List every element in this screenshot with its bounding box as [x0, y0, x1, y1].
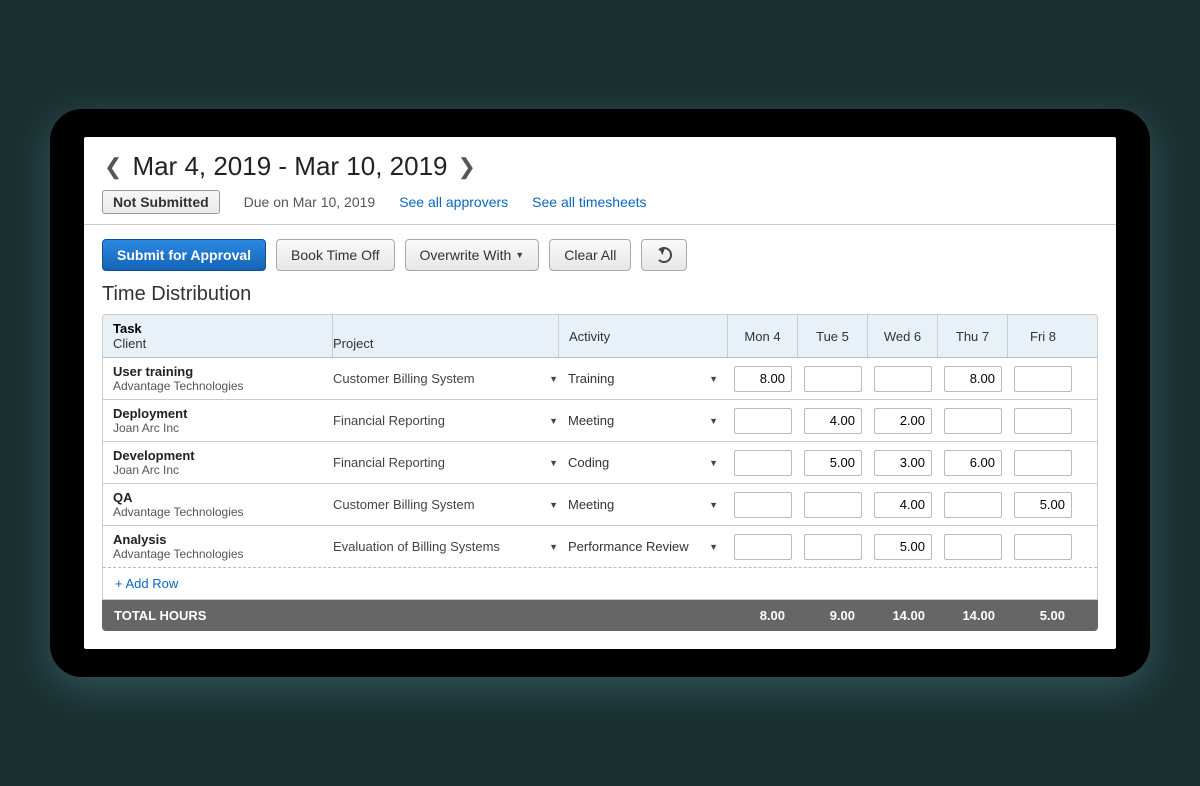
col-day-3: Thu 7: [938, 315, 1008, 357]
total-2: 14.00: [867, 600, 937, 631]
overwrite-with-button[interactable]: Overwrite With ▼: [405, 239, 540, 271]
hour-input[interactable]: [874, 408, 932, 434]
header: ❮ Mar 4, 2019 - Mar 10, 2019 ❯ Not Submi…: [84, 137, 1116, 225]
task-name: Deployment: [113, 406, 323, 421]
project-name: Customer Billing System: [333, 497, 475, 512]
chevron-down-icon[interactable]: ▼: [549, 458, 558, 468]
see-timesheets-link[interactable]: See all timesheets: [532, 194, 646, 210]
due-text: Due on Mar 10, 2019: [244, 194, 376, 210]
col-activity: Activity: [558, 315, 728, 357]
col-day-2: Wed 6: [868, 315, 938, 357]
chevron-down-icon[interactable]: ▼: [709, 500, 718, 510]
activity-name: Meeting: [568, 413, 614, 428]
tablet-frame: ❮ Mar 4, 2019 - Mar 10, 2019 ❯ Not Submi…: [50, 109, 1150, 677]
task-name: QA: [113, 490, 323, 505]
col-client: Client: [113, 336, 322, 351]
project-name: Financial Reporting: [333, 413, 445, 428]
clear-all-button[interactable]: Clear All: [549, 239, 631, 271]
hour-input[interactable]: [944, 366, 1002, 392]
hour-input[interactable]: [874, 366, 932, 392]
client-name: Joan Arc Inc: [113, 463, 323, 477]
task-name: User training: [113, 364, 323, 379]
activity-name: Coding: [568, 455, 609, 470]
see-approvers-link[interactable]: See all approvers: [399, 194, 508, 210]
timesheet-grid: Task Client Project Activity Mon 4 Tue 5…: [102, 314, 1098, 600]
project-name: Financial Reporting: [333, 455, 445, 470]
activity-name: Performance Review: [568, 539, 689, 554]
activity-name: Training: [568, 371, 614, 386]
hour-input[interactable]: [734, 534, 792, 560]
project-name: Evaluation of Billing Systems: [333, 539, 500, 554]
table-row: QAAdvantage Technologies Customer Billing…: [103, 484, 1097, 526]
col-project: Project: [333, 315, 558, 357]
total-4: 5.00: [1007, 600, 1077, 631]
col-day-1: Tue 5: [798, 315, 868, 357]
table-row: AnalysisAdvantage Technologies Evaluation…: [103, 526, 1097, 568]
task-name: Analysis: [113, 532, 323, 547]
hour-input[interactable]: [734, 366, 792, 392]
hour-input[interactable]: [874, 492, 932, 518]
chevron-down-icon: ▼: [515, 250, 524, 260]
hour-input[interactable]: [734, 450, 792, 476]
chevron-down-icon[interactable]: ▼: [709, 416, 718, 426]
app-screen: ❮ Mar 4, 2019 - Mar 10, 2019 ❯ Not Submi…: [84, 137, 1116, 649]
hour-input[interactable]: [1014, 408, 1072, 434]
chevron-down-icon[interactable]: ▼: [709, 374, 718, 384]
project-name: Customer Billing System: [333, 371, 475, 386]
client-name: Advantage Technologies: [113, 379, 323, 393]
refresh-button[interactable]: [641, 239, 687, 271]
hour-input[interactable]: [874, 450, 932, 476]
client-name: Joan Arc Inc: [113, 421, 323, 435]
refresh-icon: [656, 247, 672, 263]
book-time-off-button[interactable]: Book Time Off: [276, 239, 394, 271]
client-name: Advantage Technologies: [113, 547, 323, 561]
task-name: Development: [113, 448, 323, 463]
next-week-icon[interactable]: ❯: [456, 154, 478, 180]
date-range: Mar 4, 2019 - Mar 10, 2019: [132, 151, 447, 182]
chevron-down-icon[interactable]: ▼: [549, 416, 558, 426]
table-row: User trainingAdvantage Technologies Custo…: [103, 358, 1097, 400]
chevron-down-icon[interactable]: ▼: [709, 458, 718, 468]
hour-input[interactable]: [804, 534, 862, 560]
hour-input[interactable]: [804, 450, 862, 476]
overwrite-label: Overwrite With: [420, 247, 512, 263]
col-day-0: Mon 4: [728, 315, 798, 357]
total-row: TOTAL HOURS 8.00 9.00 14.00 14.00 5.00: [102, 600, 1098, 631]
total-3: 14.00: [937, 600, 1007, 631]
total-1: 9.00: [797, 600, 867, 631]
status-badge: Not Submitted: [102, 190, 220, 214]
chevron-down-icon[interactable]: ▼: [549, 374, 558, 384]
table-row: DevelopmentJoan Arc Inc Financial Reporti…: [103, 442, 1097, 484]
toolbar: Submit for Approval Book Time Off Overwr…: [84, 225, 1116, 277]
submit-button[interactable]: Submit for Approval: [102, 239, 266, 271]
hour-input[interactable]: [944, 408, 1002, 434]
hour-input[interactable]: [1014, 534, 1072, 560]
hour-input[interactable]: [944, 450, 1002, 476]
total-label: TOTAL HOURS: [102, 600, 727, 631]
col-day-4: Fri 8: [1008, 315, 1078, 357]
hour-input[interactable]: [1014, 450, 1072, 476]
chevron-down-icon[interactable]: ▼: [549, 542, 558, 552]
hour-input[interactable]: [804, 492, 862, 518]
chevron-down-icon[interactable]: ▼: [709, 542, 718, 552]
hour-input[interactable]: [734, 408, 792, 434]
hour-input[interactable]: [944, 534, 1002, 560]
hour-input[interactable]: [804, 366, 862, 392]
hour-input[interactable]: [874, 534, 932, 560]
client-name: Advantage Technologies: [113, 505, 323, 519]
total-0: 8.00: [727, 600, 797, 631]
chevron-down-icon[interactable]: ▼: [549, 500, 558, 510]
grid-header: Task Client Project Activity Mon 4 Tue 5…: [103, 315, 1097, 358]
hour-input[interactable]: [804, 408, 862, 434]
table-row: DeploymentJoan Arc Inc Financial Reportin…: [103, 400, 1097, 442]
hour-input[interactable]: [734, 492, 792, 518]
hour-input[interactable]: [1014, 492, 1072, 518]
add-row-link[interactable]: + Add Row: [103, 568, 1097, 599]
activity-name: Meeting: [568, 497, 614, 512]
section-title: Time Distribution: [84, 277, 1116, 314]
prev-week-icon[interactable]: ❮: [102, 154, 124, 180]
col-task: Task: [113, 321, 322, 336]
hour-input[interactable]: [1014, 366, 1072, 392]
hour-input[interactable]: [944, 492, 1002, 518]
